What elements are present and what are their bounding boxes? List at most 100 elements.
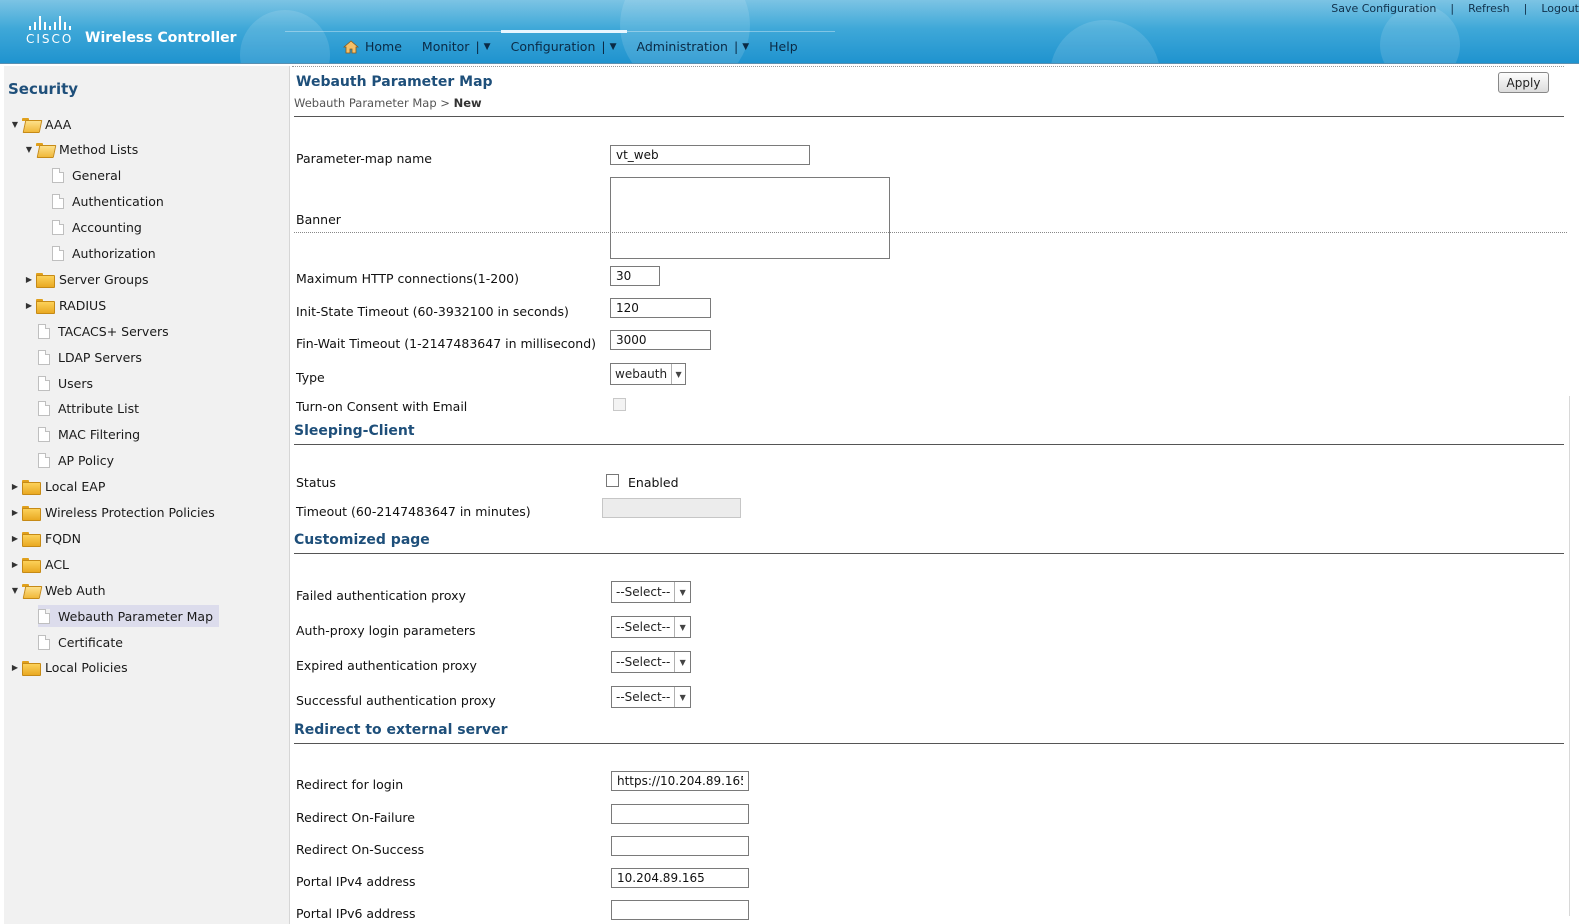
init-state-timeout-input[interactable] — [610, 298, 711, 318]
nav-help-label: Help — [769, 39, 798, 54]
redirect-heading: Redirect to external server — [294, 722, 508, 738]
auth-proxy-login-select[interactable]: --Select-- ▼ — [611, 616, 691, 638]
sleeping-enabled-checkbox[interactable] — [606, 474, 619, 487]
main-scrollbar[interactable] — [1567, 66, 1579, 924]
param-map-name-input[interactable] — [610, 145, 810, 165]
redirect-success-input[interactable] — [611, 836, 749, 856]
expand-arrow-icon[interactable]: ▶ — [10, 534, 20, 543]
sidebar-item-wireless-protection-policies[interactable]: ▶ Wireless Protection Policies — [10, 502, 215, 524]
failed-auth-proxy-select[interactable]: --Select-- ▼ — [611, 581, 691, 603]
sidebar-title: Security — [8, 80, 79, 98]
sidebar-item-label: MAC Filtering — [58, 427, 141, 443]
cisco-logo-bars-icon — [29, 16, 76, 30]
scrollbar-thumb[interactable] — [1569, 396, 1577, 916]
divider — [292, 66, 1564, 67]
apply-button[interactable]: Apply — [1498, 72, 1549, 93]
divider — [294, 553, 1564, 554]
sidebar-item-aaa[interactable]: ▼ AAA — [10, 113, 71, 135]
expand-arrow-icon[interactable]: ▶ — [24, 301, 34, 310]
nav-monitor[interactable]: Monitor | ▼ — [412, 32, 501, 62]
save-configuration-link[interactable]: Save Configuration — [1331, 2, 1436, 15]
refresh-link[interactable]: Refresh — [1468, 2, 1510, 15]
fin-wait-timeout-input[interactable] — [610, 330, 711, 350]
expand-arrow-icon[interactable]: ▶ — [10, 663, 20, 672]
sidebar-item-label: Wireless Protection Policies — [45, 505, 215, 520]
select-value: --Select-- — [616, 690, 671, 704]
sidebar-item-method-lists[interactable]: ▼ Method Lists — [24, 139, 138, 161]
sidebar-item-accounting[interactable]: Accounting — [52, 217, 142, 239]
expand-arrow-icon[interactable]: ▶ — [10, 560, 20, 569]
page-icon — [38, 453, 50, 469]
logout-link[interactable]: Logout — [1541, 2, 1579, 15]
customized-page-heading: Customized page — [294, 532, 430, 548]
redirect-failure-label: Redirect On-Failure — [296, 810, 415, 825]
portal-ipv4-input[interactable] — [611, 868, 749, 888]
nav-pipe: | — [733, 39, 739, 54]
sidebar-item-fqdn[interactable]: ▶ FQDN — [10, 527, 81, 549]
chevron-down-icon: ▼ — [674, 687, 690, 707]
redirect-failure-input[interactable] — [611, 804, 749, 824]
main-content: Webauth Parameter Map Webauth Parameter … — [292, 66, 1579, 924]
sidebar-item-certificate[interactable]: Certificate — [38, 631, 123, 653]
page-icon — [38, 634, 50, 650]
collapse-arrow-icon[interactable]: ▼ — [10, 586, 20, 595]
nav-configuration[interactable]: Configuration | ▼ — [500, 30, 627, 60]
sidebar-item-radius[interactable]: ▶ RADIUS — [24, 294, 106, 316]
expired-auth-proxy-select[interactable]: --Select-- ▼ — [611, 651, 691, 673]
sidebar-item-web-auth[interactable]: ▼ Web Auth — [10, 579, 106, 601]
breadcrumb-parent[interactable]: Webauth Parameter Map > — [294, 96, 450, 110]
sidebar-item-local-eap[interactable]: ▶ Local EAP — [10, 476, 105, 498]
sidebar-item-general[interactable]: General — [52, 165, 121, 187]
collapse-arrow-icon[interactable]: ▼ — [10, 120, 20, 129]
sidebar-item-users[interactable]: Users — [38, 372, 93, 394]
redirect-login-input[interactable] — [611, 771, 749, 791]
chevron-down-icon: ▼ — [674, 652, 690, 672]
sidebar-item-local-policies[interactable]: ▶ Local Policies — [10, 657, 128, 679]
type-select[interactable]: webauth ▼ — [610, 363, 686, 385]
nav-pipe: | — [601, 39, 606, 54]
collapse-arrow-icon[interactable]: ▼ — [24, 145, 34, 154]
nav-monitor-label: Monitor — [421, 39, 470, 54]
folder-icon — [36, 272, 55, 288]
sidebar-item-acl[interactable]: ▶ ACL — [10, 553, 69, 575]
nav-home[interactable]: Home — [333, 32, 412, 62]
folder-open-icon — [36, 143, 53, 156]
expand-arrow-icon[interactable]: ▶ — [24, 275, 34, 284]
folder-icon — [22, 557, 41, 573]
sidebar-item-server-groups[interactable]: ▶ Server Groups — [24, 268, 149, 290]
nav-administration[interactable]: Administration | ▼ — [627, 32, 760, 62]
banner-textarea[interactable] — [610, 177, 890, 259]
sidebar-item-label: Webauth Parameter Map — [58, 608, 214, 624]
portal-ipv4-label: Portal IPv4 address — [296, 874, 416, 889]
home-icon — [343, 39, 359, 53]
auth-proxy-login-label: Auth-proxy login parameters — [296, 623, 476, 638]
sidebar-item-label: Authorization — [72, 246, 156, 261]
max-http-input[interactable] — [610, 266, 660, 286]
sidebar-item-webauth-parameter-map[interactable]: Webauth Parameter Map — [38, 605, 220, 628]
top-link-separator: | — [1523, 2, 1528, 15]
chevron-down-icon: ▼ — [674, 617, 690, 637]
sidebar-item-attribute-list[interactable]: Attribute List — [38, 398, 139, 420]
sidebar-item-label: Local EAP — [45, 479, 106, 495]
sidebar-item-ldap-servers[interactable]: LDAP Servers — [38, 346, 142, 368]
sidebar-item-authorization[interactable]: Authorization — [52, 243, 156, 265]
chevron-down-icon: ▼ — [483, 41, 491, 52]
sidebar-item-tacacs-servers[interactable]: TACACS+ Servers — [38, 320, 169, 342]
sidebar-item-label: Attribute List — [58, 401, 140, 417]
product-name: Wireless Controller — [85, 30, 237, 46]
page-icon — [38, 401, 50, 417]
sidebar-item-label: RADIUS — [59, 297, 107, 313]
sidebar-item-authentication[interactable]: Authentication — [52, 191, 164, 213]
expand-arrow-icon[interactable]: ▶ — [10, 508, 20, 517]
sidebar-item-mac-filtering[interactable]: MAC Filtering — [38, 424, 140, 446]
nav-configuration-label: Configuration — [510, 39, 596, 54]
sidebar-item-ap-policy[interactable]: AP Policy — [38, 450, 114, 472]
chevron-down-icon: ▼ — [674, 582, 690, 602]
chevron-down-icon: ▼ — [609, 41, 617, 52]
expand-arrow-icon[interactable]: ▶ — [10, 482, 20, 491]
folder-icon — [22, 531, 41, 547]
portal-ipv6-input[interactable] — [611, 900, 749, 920]
divider — [294, 116, 1564, 117]
successful-auth-proxy-select[interactable]: --Select-- ▼ — [611, 686, 691, 708]
nav-help[interactable]: Help — [759, 32, 808, 62]
